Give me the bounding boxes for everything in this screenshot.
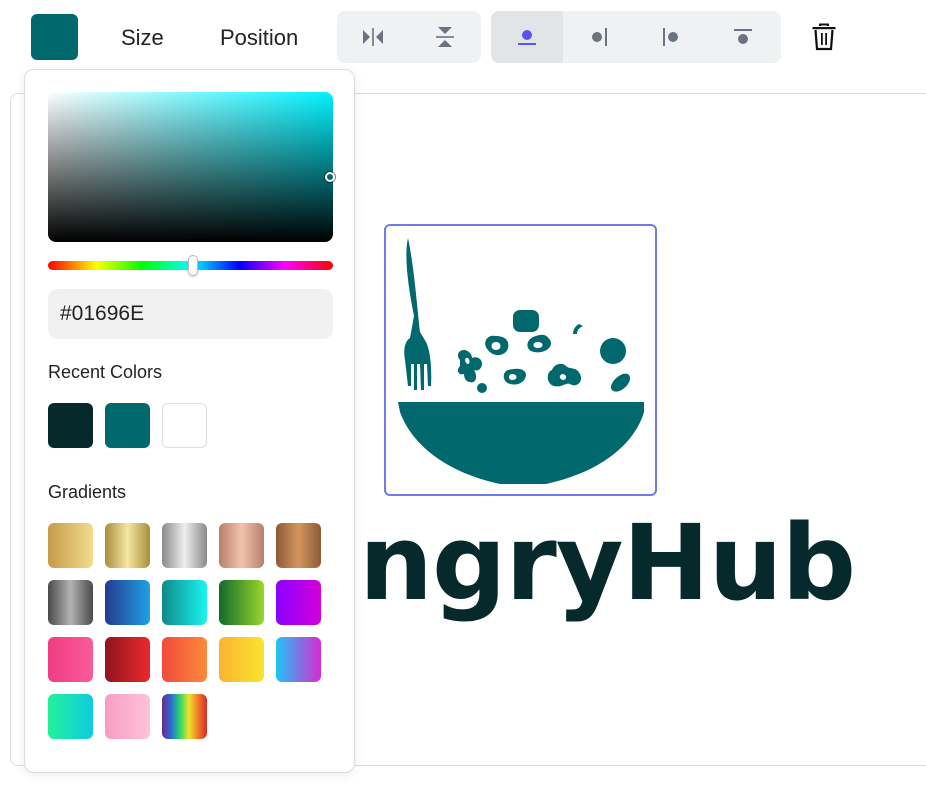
saturation-handle[interactable] [325, 172, 335, 182]
align-top-icon [734, 29, 752, 44]
gradient-swatch[interactable] [276, 637, 321, 682]
gradient-swatch[interactable] [276, 523, 321, 568]
flip-vertical-button[interactable] [409, 11, 481, 63]
align-left-button[interactable] [635, 11, 707, 63]
position-button[interactable]: Position [220, 25, 298, 51]
flip-vertical-icon [436, 27, 454, 47]
gradient-swatch[interactable] [162, 523, 207, 568]
align-right-icon [592, 28, 607, 46]
recent-colors-heading: Recent Colors [48, 362, 163, 382]
recent-color-swatch[interactable] [48, 403, 93, 448]
gradient-swatch[interactable] [105, 523, 150, 568]
selected-logo-element[interactable] [384, 224, 657, 496]
flip-button-group [337, 11, 481, 63]
gradients-grid [48, 523, 321, 739]
gradient-swatch[interactable] [162, 637, 207, 682]
delete-button[interactable] [807, 20, 841, 54]
gradient-swatch[interactable] [162, 694, 207, 739]
saturation-value-area[interactable] [48, 92, 333, 242]
align-center-button[interactable] [491, 11, 563, 63]
align-left-icon [663, 28, 678, 46]
gradient-swatch[interactable] [219, 580, 264, 625]
flip-horizontal-button[interactable] [337, 11, 409, 63]
align-center-icon [518, 30, 536, 45]
fill-color-button[interactable] [31, 14, 78, 60]
gradient-swatch[interactable] [276, 580, 321, 625]
gradient-swatch[interactable] [48, 637, 93, 682]
recent-colors-list [48, 403, 207, 448]
align-top-button[interactable] [707, 11, 779, 63]
gradient-swatch[interactable] [48, 694, 93, 739]
recent-color-swatch[interactable] [162, 403, 207, 448]
recent-color-swatch[interactable] [105, 403, 150, 448]
gradient-swatch[interactable] [219, 523, 264, 568]
align-right-button[interactable] [563, 11, 635, 63]
gradient-swatch[interactable] [219, 637, 264, 682]
align-button-group [491, 11, 781, 63]
hex-color-input[interactable] [48, 289, 333, 339]
gradient-swatch[interactable] [105, 694, 150, 739]
gradient-swatch[interactable] [48, 523, 93, 568]
hue-slider-handle[interactable] [188, 255, 198, 276]
brand-title-text[interactable]: ngryHub [359, 498, 856, 628]
gradient-swatch[interactable] [105, 637, 150, 682]
color-picker-popover: Recent Colors Gradients [24, 69, 355, 773]
gradient-swatch[interactable] [162, 580, 207, 625]
trash-icon [812, 23, 836, 51]
salad-bowl-with-fork-icon [398, 238, 644, 484]
gradients-heading: Gradients [48, 482, 127, 502]
gradient-swatch[interactable] [48, 580, 93, 625]
flip-horizontal-icon [363, 28, 383, 46]
gradient-swatch[interactable] [105, 580, 150, 625]
size-button[interactable]: Size [121, 25, 164, 51]
